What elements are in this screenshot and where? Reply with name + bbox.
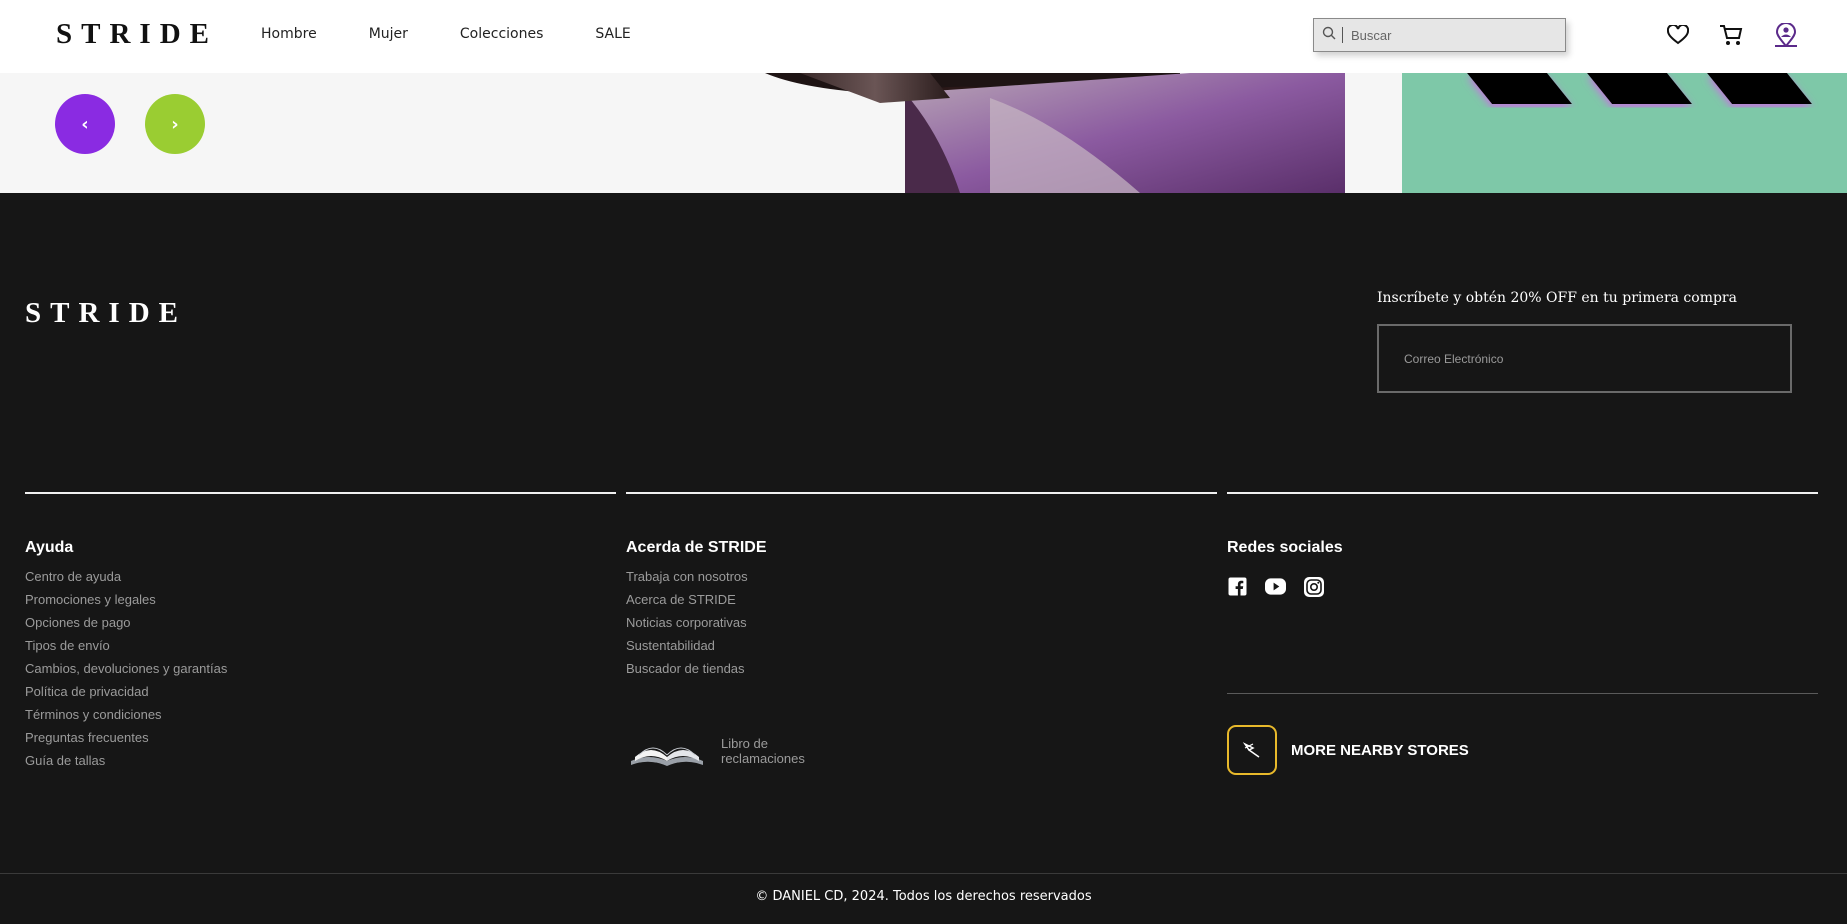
nav-item-hombre[interactable]: Hombre xyxy=(261,26,317,42)
search-separator xyxy=(1342,27,1343,43)
nearby-stores-link[interactable]: MORE NEARBY STORES xyxy=(1227,725,1469,775)
column-title: Acerda de STRIDE xyxy=(626,539,767,556)
footer-link[interactable]: Promociones y legales xyxy=(25,592,227,615)
social-links xyxy=(1227,576,1324,597)
active-underline xyxy=(1775,45,1797,47)
hero-model-image xyxy=(760,73,1345,193)
site-footer: STRIDE Inscríbete y obtén 20% OFF en tu … xyxy=(0,193,1847,924)
map-pointer-icon xyxy=(1227,725,1277,775)
complaints-book-link[interactable]: Libro de reclamaciones xyxy=(627,731,821,771)
footer-link[interactable]: Política de privacidad xyxy=(25,684,227,707)
search-input[interactable] xyxy=(1351,27,1551,43)
column-divider-redes xyxy=(1227,492,1818,494)
footer-link[interactable]: Guía de tallas xyxy=(25,753,227,776)
carousel-prev-button[interactable]: ‹ xyxy=(55,94,115,154)
search-icon[interactable] xyxy=(1322,26,1336,45)
footer-column-ayuda: Ayuda Centro de ayuda Promociones y lega… xyxy=(25,539,227,776)
hero-green-panel xyxy=(1402,73,1847,193)
stripes-graphic xyxy=(1467,73,1812,104)
footer-link[interactable]: Cambios, devoluciones y garantías xyxy=(25,661,227,684)
footer-link[interactable]: Buscador de tiendas xyxy=(626,661,766,684)
carousel-next-button[interactable]: › xyxy=(145,94,205,154)
footer-link[interactable]: Sustentabilidad xyxy=(626,638,766,661)
complaints-book-label: Libro de reclamaciones xyxy=(721,736,821,766)
column-divider-ayuda xyxy=(25,492,616,494)
youtube-icon[interactable] xyxy=(1265,576,1286,597)
footer-link[interactable]: Centro de ayuda xyxy=(25,569,227,592)
newsletter-email-input[interactable] xyxy=(1377,324,1792,393)
footer-logo[interactable]: STRIDE xyxy=(25,297,187,330)
main-nav: Hombre Mujer Colecciones SALE xyxy=(261,26,631,42)
complaints-book-line2: reclamaciones xyxy=(721,751,805,766)
nav-item-sale[interactable]: SALE xyxy=(595,26,630,42)
footer-link[interactable]: Preguntas frecuentes xyxy=(25,730,227,753)
nav-item-colecciones[interactable]: Colecciones xyxy=(460,26,543,42)
facebook-icon[interactable] xyxy=(1227,576,1248,597)
footer-link[interactable]: Términos y condiciones xyxy=(25,707,227,730)
footer-link[interactable]: Trabaja con nosotros xyxy=(626,569,766,592)
instagram-icon[interactable] xyxy=(1303,576,1324,597)
link-list: Trabaja con nosotros Acerca de STRIDE No… xyxy=(626,569,766,684)
open-book-icon xyxy=(631,747,703,766)
complaints-book-line1: Libro de xyxy=(721,736,768,751)
footer-link[interactable]: Opciones de pago xyxy=(25,615,227,638)
bottom-divider xyxy=(0,873,1847,874)
cart-icon[interactable] xyxy=(1718,22,1744,48)
column-title: Ayuda xyxy=(25,539,74,556)
footer-column-acerca: Acerda de STRIDE Trabaja con nosotros Ac… xyxy=(626,539,766,684)
search-box xyxy=(1313,18,1566,52)
nearby-stores-label: MORE NEARBY STORES xyxy=(1291,741,1469,759)
brand-logo[interactable]: STRIDE xyxy=(56,18,218,51)
site-header: STRIDE Hombre Mujer Colecciones SALE xyxy=(0,0,1847,73)
footer-link[interactable]: Noticias corporativas xyxy=(626,615,766,638)
heart-icon[interactable] xyxy=(1665,22,1691,48)
nav-item-mujer[interactable]: Mujer xyxy=(369,26,408,42)
copyright-text: © DANIEL CD, 2024. Todos los derechos re… xyxy=(755,889,1092,904)
column-divider-acerca xyxy=(626,492,1217,494)
link-list: Centro de ayuda Promociones y legales Op… xyxy=(25,569,227,776)
newsletter-title: Inscríbete y obtén 20% OFF en tu primera… xyxy=(1377,290,1737,306)
footer-link[interactable]: Tipos de envío xyxy=(25,638,227,661)
hero-carousel: ‹ › xyxy=(0,73,1847,193)
footer-link[interactable]: Acerca de STRIDE xyxy=(626,592,766,615)
column-title: Redes sociales xyxy=(1227,539,1343,556)
stores-divider xyxy=(1227,693,1818,694)
footer-column-redes: Redes sociales xyxy=(1227,539,1343,569)
